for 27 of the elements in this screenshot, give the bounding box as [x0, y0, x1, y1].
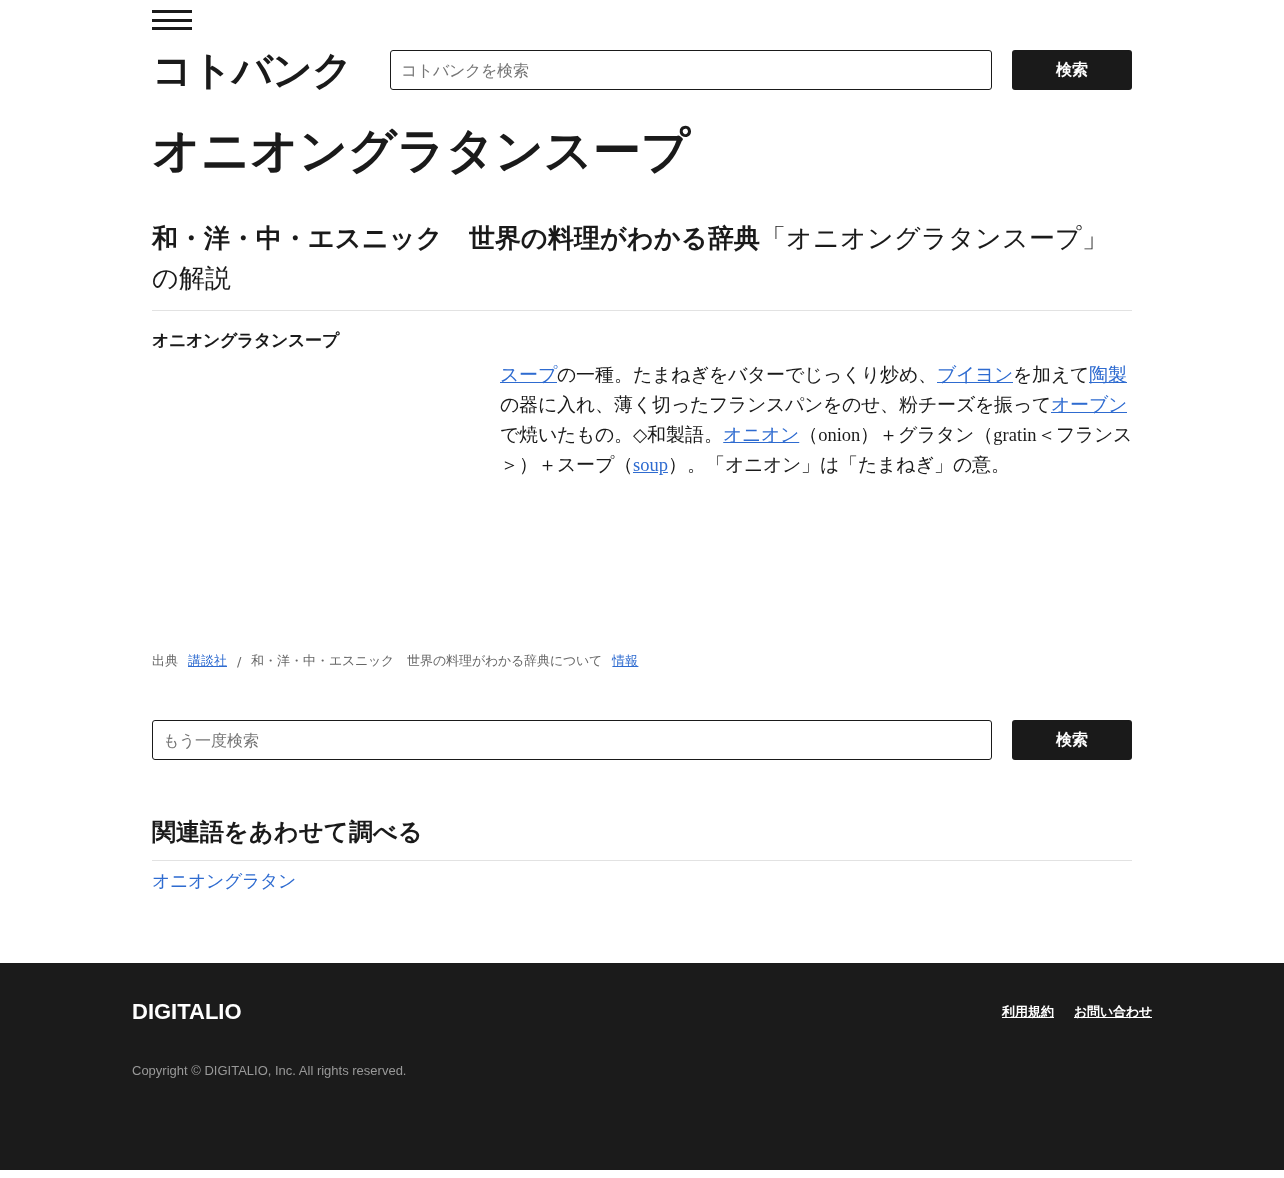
section-heading: 関連語をあわせて調べる: [152, 817, 424, 848]
definition-text: スープの一種。たまねぎをバターでじっくり炒め、ブイヨン を加えて陶製 の器に入れ、薄く切ったフランスパンをのせ、粉チーズを振ってオーブン で焼いたもの。◇和製語。オニオン（onion）＋グラタン（gratin＜フランス＞）＋スープ（soup）。「オニオン」は「たまねぎ」の意。: [500, 364, 1133, 477]
footer-link[interactable]: お問い合わせ: [1074, 1003, 1152, 1021]
search-button[interactable]: 検索: [1012, 720, 1132, 760]
page-title: オニオングラタンスープ: [152, 122, 692, 178]
footer-link[interactable]: 利用規約: [1002, 1003, 1054, 1021]
text-link[interactable]: 陶製: [1089, 365, 1127, 385]
menu-icon[interactable]: [152, 10, 192, 30]
footer-logo[interactable]: DIGITALIO: [132, 999, 242, 1025]
source-text: /: [237, 653, 242, 669]
text-link[interactable]: スープ: [500, 365, 557, 385]
text-link[interactable]: ブイヨン: [937, 365, 1013, 385]
text-link[interactable]: オニオン: [723, 425, 800, 445]
search-button[interactable]: 検索: [1012, 50, 1132, 90]
text-link[interactable]: オーブン: [1051, 395, 1127, 415]
site-logo[interactable]: コトバンク: [152, 50, 352, 90]
entry-heading: 和・洋・中・エスニック 世界の料理がわかる辞典「オニオングラタンスープ」の解説: [152, 222, 1109, 295]
search-field[interactable]: もう一度検索: [152, 720, 992, 760]
source-text: 出典: [152, 652, 178, 670]
source-link[interactable]: 講談社: [188, 652, 227, 670]
text-link[interactable]: soup: [633, 455, 668, 475]
search-field[interactable]: コトバンクを検索: [390, 50, 992, 90]
source-link[interactable]: 情報: [612, 652, 639, 670]
copyright-text: Copyright © DIGITALIO, Inc. All rights reserved.: [132, 1063, 408, 1078]
related-link[interactable]: オニオングラタン: [152, 869, 296, 893]
source-text: 和・洋・中・エスニック 世界の料理がわかる辞典について: [251, 652, 603, 670]
term-title: オニオングラタンスープ: [152, 329, 341, 352]
